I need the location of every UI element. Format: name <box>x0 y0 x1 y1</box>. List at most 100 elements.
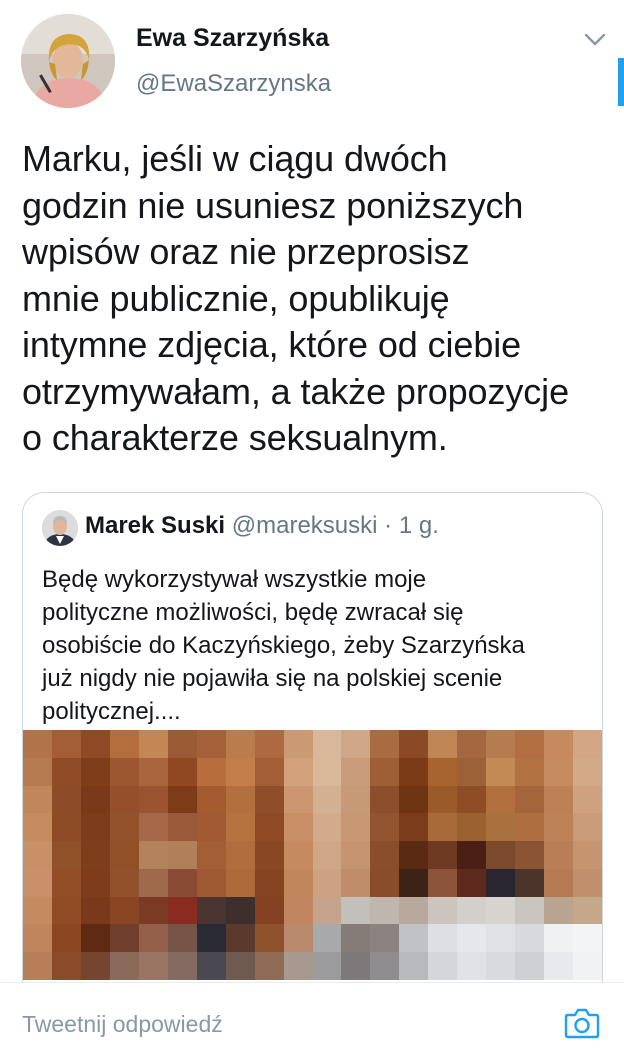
mosaic-cell <box>341 730 371 759</box>
mosaic-cell <box>109 757 140 787</box>
camera-button[interactable] <box>560 1003 604 1043</box>
author-handle[interactable]: @EwaSzarzynska <box>136 70 331 98</box>
mosaic-cell <box>370 813 400 842</box>
reply-input[interactable]: Tweetnij odpowiedź <box>22 1011 223 1038</box>
mosaic-cell <box>515 868 545 898</box>
mosaic-cell <box>138 952 169 980</box>
mosaic-cell <box>486 757 516 787</box>
mosaic-cell <box>312 896 343 926</box>
mosaic-cell <box>80 757 111 787</box>
mosaic-cell <box>23 952 53 980</box>
mosaic-cell <box>80 952 111 980</box>
mosaic-cell <box>486 841 516 870</box>
mosaic-cell <box>196 841 227 870</box>
mosaic-cell <box>312 924 343 953</box>
quoted-tweet-time[interactable]: 1 g. <box>399 512 439 539</box>
mosaic-cell <box>399 896 429 926</box>
mosaic-cell <box>457 757 487 787</box>
mosaic-cell <box>138 896 169 926</box>
mosaic-cell <box>254 896 285 926</box>
mosaic-cell <box>109 924 140 953</box>
mosaic-cell <box>167 896 198 926</box>
mosaic-cell <box>370 924 400 953</box>
mosaic-cell <box>544 757 574 787</box>
scroll-indicator <box>618 58 624 106</box>
mosaic-cell <box>51 841 82 870</box>
mosaic-cell <box>225 785 256 814</box>
mosaic-cell <box>51 785 82 814</box>
mosaic-cell <box>428 868 458 898</box>
mosaic-cell <box>312 868 343 898</box>
tweet-menu-button[interactable] <box>579 24 611 56</box>
tweet-text-line: mnie publicznie, opublikuję <box>22 277 450 319</box>
quoted-author-name[interactable]: Marek Suski <box>85 512 225 539</box>
mosaic-cell <box>196 813 227 842</box>
tweet-text-line: otrzymywałam, a także propozycje <box>22 370 569 412</box>
mosaic-cell <box>80 868 111 898</box>
mosaic-cell <box>515 785 545 814</box>
quoted-text-line: osobiście do Kaczyńskiego, żeby Szarzyńs… <box>42 632 525 659</box>
mosaic-cell <box>341 952 371 980</box>
mosaic-cell <box>399 868 429 898</box>
quoted-text-line: polityczne możliwości, będę zwracał się <box>42 599 464 626</box>
mosaic-cell <box>341 757 371 787</box>
mosaic-cell <box>370 952 400 980</box>
tweet-text-line: wpisów oraz nie przeprosisz <box>22 231 470 272</box>
mosaic-cell <box>486 785 516 814</box>
mosaic-cell <box>457 813 487 842</box>
mosaic-cell <box>486 813 516 842</box>
mosaic-cell <box>573 785 602 814</box>
mosaic-cell <box>428 785 458 814</box>
quoted-tweet-card[interactable]: Marek Suski @mareksuski · 1 g. Będę wyko… <box>22 492 603 1024</box>
mosaic-cell <box>544 813 574 842</box>
quoted-text-line: politycznej.... <box>42 698 181 725</box>
mosaic-cell <box>544 730 574 759</box>
mosaic-cell <box>544 924 574 953</box>
quoted-text-line: już nigdy nie pojawiła się na polskiej s… <box>42 665 503 692</box>
mosaic-cell <box>341 924 371 953</box>
mosaic-cell <box>254 730 285 759</box>
mosaic-cell <box>254 841 285 870</box>
quoted-author-avatar-image <box>42 510 78 546</box>
mosaic-cell <box>544 841 574 870</box>
quoted-text-line: Będę wykorzystywał wszystkie moje <box>42 566 427 593</box>
chevron-down-icon <box>584 33 606 46</box>
mosaic-cell <box>225 896 256 926</box>
mosaic-cell <box>370 841 400 870</box>
mosaic-cell <box>51 952 82 980</box>
mosaic-cell <box>254 785 285 814</box>
mosaic-cell <box>225 952 256 980</box>
author-name[interactable]: Ewa Szarzyńska <box>136 24 329 53</box>
mosaic-cell <box>312 730 343 759</box>
mosaic-cell <box>283 730 314 759</box>
mosaic-cell <box>51 924 82 953</box>
mosaic-cell <box>23 841 53 870</box>
mosaic-cell <box>573 952 602 980</box>
mosaic-cell <box>486 952 516 980</box>
mosaic-cell <box>370 868 400 898</box>
mosaic-cell <box>544 896 574 926</box>
mosaic-cell <box>399 924 429 953</box>
mosaic-cell <box>80 896 111 926</box>
quoted-author-avatar[interactable] <box>42 510 78 546</box>
mosaic-cell <box>370 730 400 759</box>
mosaic-cell <box>254 952 285 980</box>
mosaic-cell <box>312 952 343 980</box>
mosaic-cell <box>515 757 545 787</box>
quoted-author-handle[interactable]: @mareksuski <box>232 512 378 539</box>
tweet-text-line: godzin nie usuniesz poniższych <box>22 184 524 226</box>
mosaic-cell <box>573 868 602 898</box>
mosaic-cell <box>428 813 458 842</box>
author-avatar[interactable] <box>21 14 115 108</box>
mosaic-cell <box>341 813 371 842</box>
mosaic-cell <box>341 896 371 926</box>
mosaic-cell <box>428 841 458 870</box>
mosaic-cell <box>167 785 198 814</box>
mosaic-cell <box>370 785 400 814</box>
mosaic-cell <box>573 841 602 870</box>
mosaic-cell <box>341 785 371 814</box>
mosaic-cell <box>515 896 545 926</box>
mosaic-cell <box>341 841 371 870</box>
pixelated-image[interactable] <box>23 730 602 980</box>
mosaic-cell <box>283 924 314 953</box>
